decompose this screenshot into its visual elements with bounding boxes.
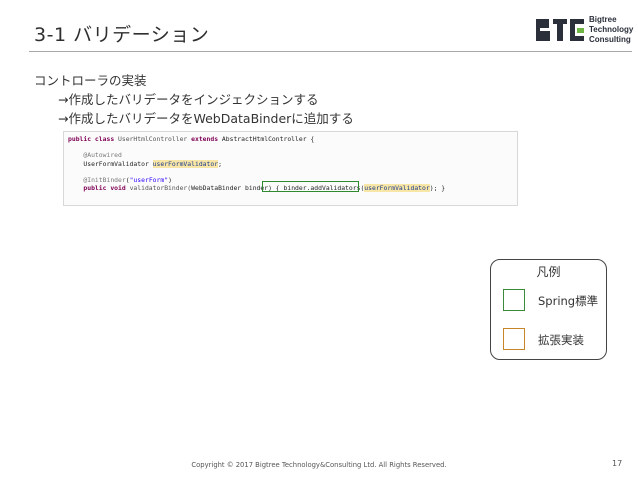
code-line: public void validatorBinder(WebDataBinde… [68,184,517,193]
legend-swatch-extension [503,328,525,350]
code-annotation: @Autowired [83,151,122,160]
code-keyword: public void [83,184,126,193]
legend-title: 凡例 [536,265,561,279]
logo-line-2: Technology [589,25,634,34]
company-logo: Bigtree Technology Consulting [536,13,634,47]
code-text: ); } [429,184,446,193]
bullet-heading: コントローラの実装 [34,73,147,88]
slide-title: 3-1 バリデーション [34,24,210,46]
code-keyword: public class [68,135,115,143]
code-text: { binder.addValidators( [271,184,365,193]
code-line: public class UserHtmlController extends … [68,135,517,143]
code-text: UserFormValidator [83,159,153,168]
code-screenshot: public class UserHtmlController extends … [63,131,518,206]
bullet-binder: →作成したバリデータをWebDataBinderに追加する [58,111,354,126]
code-text: validatorBinder( [125,184,192,193]
code-highlighted-param: WebDataBinder binder) [191,184,272,193]
logo-wordmark: Bigtree Technology Consulting [589,15,633,45]
page-number: 17 [612,459,623,468]
code-keyword: extends [191,135,219,143]
legend-label-spring: Spring標準 [538,294,599,308]
logo-line-3: Consulting [589,35,631,44]
code-text: UserHtmlController [114,135,192,143]
logo-line-1: Bigtree [589,15,617,24]
legend-box: 凡例 Spring標準 拡張実装 [490,259,607,360]
copyright-footer: Copyright © 2017 Bigtree Technology&Cons… [191,461,447,469]
code-line: UserFormValidator userFormValidator; [68,159,517,168]
code-line: @Autowired [68,151,517,159]
code-field: userFormValidator [364,184,430,193]
legend-swatch-spring [503,289,525,311]
code-annotation: @InitBinder [83,175,126,184]
code-text: AbstractHtmlController { [218,135,315,143]
btc-logo-icon [536,19,584,41]
code-string: "userForm" [129,175,169,184]
bullet-inject: →作成したバリデータをインジェクションする [58,92,319,107]
code-field: userFormValidator [152,159,219,168]
title-divider [29,51,632,52]
code-text: ) [168,175,172,184]
code-line: @InitBinder("userForm") [68,176,517,184]
legend-label-extension: 拡張実装 [538,333,584,347]
code-text: ; [218,159,222,168]
